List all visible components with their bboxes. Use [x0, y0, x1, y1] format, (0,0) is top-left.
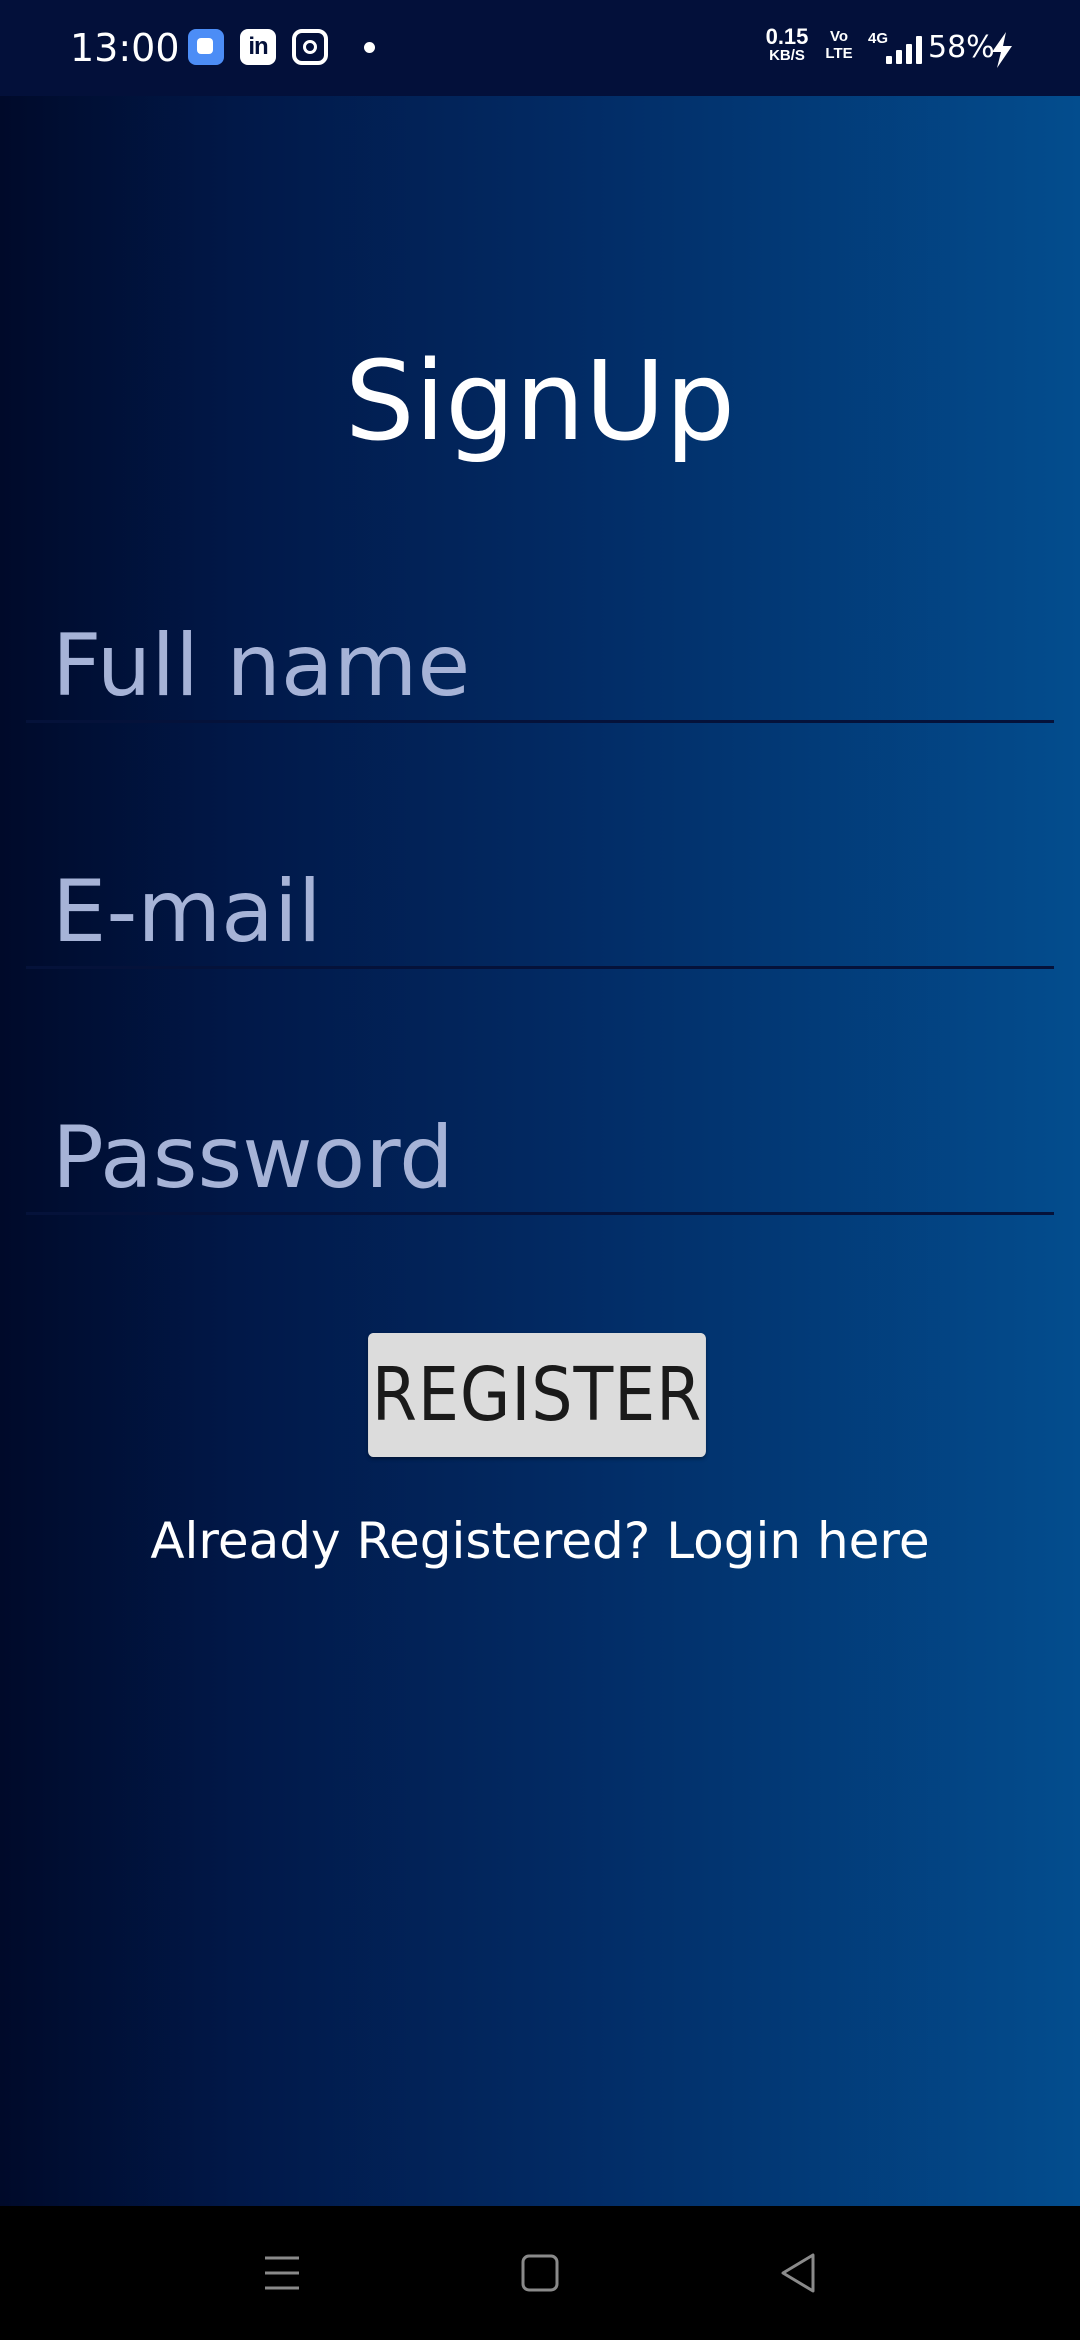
menu-icon[interactable]	[239, 2230, 325, 2316]
register-button[interactable]: REGISTER	[368, 1333, 706, 1457]
home-icon[interactable]	[497, 2230, 583, 2316]
linkedin-icon: in	[240, 29, 276, 65]
navigation-bar	[0, 2206, 1080, 2340]
instagram-icon	[292, 29, 328, 65]
status-time: 13:00	[70, 26, 180, 70]
network-speed-unit: KB/S	[769, 47, 805, 64]
back-icon[interactable]	[755, 2230, 841, 2316]
volte-icon: Vo LTE	[824, 28, 854, 62]
login-link[interactable]: Already Registered? Login here	[0, 1506, 1080, 1576]
signal-bar	[906, 44, 912, 64]
email-input[interactable]	[52, 862, 1042, 962]
signal-bar	[916, 36, 922, 64]
charging-bolt-icon	[990, 32, 1014, 68]
status-bar: 13:00 in 0.15 KB/S Vo LTE 4G 58%	[0, 0, 1080, 96]
more-notifications-dot-icon	[364, 42, 375, 53]
email-field[interactable]	[26, 856, 1054, 969]
signal-bar	[886, 56, 892, 64]
full-name-input[interactable]	[52, 616, 1042, 716]
signal-strength-icon: 4G	[866, 30, 926, 66]
network-speed-value: 0.15	[765, 24, 809, 49]
password-field[interactable]	[26, 1102, 1054, 1215]
signup-form-area: SignUp REGISTER Already Registered? Logi…	[0, 96, 1080, 2206]
network-type: 4G	[868, 30, 889, 47]
full-name-field[interactable]	[26, 610, 1054, 723]
volte-top: Vo	[829, 28, 849, 45]
app-notification-icon	[188, 29, 224, 65]
signup-screen: 13:00 in 0.15 KB/S Vo LTE 4G 58% SignUp	[0, 0, 1080, 2340]
page-title: SignUp	[344, 337, 736, 465]
signal-bar	[896, 50, 902, 64]
password-input[interactable]	[52, 1108, 1042, 1208]
volte-bottom: LTE	[825, 45, 853, 62]
battery-percentage: 58%	[928, 30, 995, 65]
network-speed: 0.15 KB/S	[762, 26, 812, 64]
